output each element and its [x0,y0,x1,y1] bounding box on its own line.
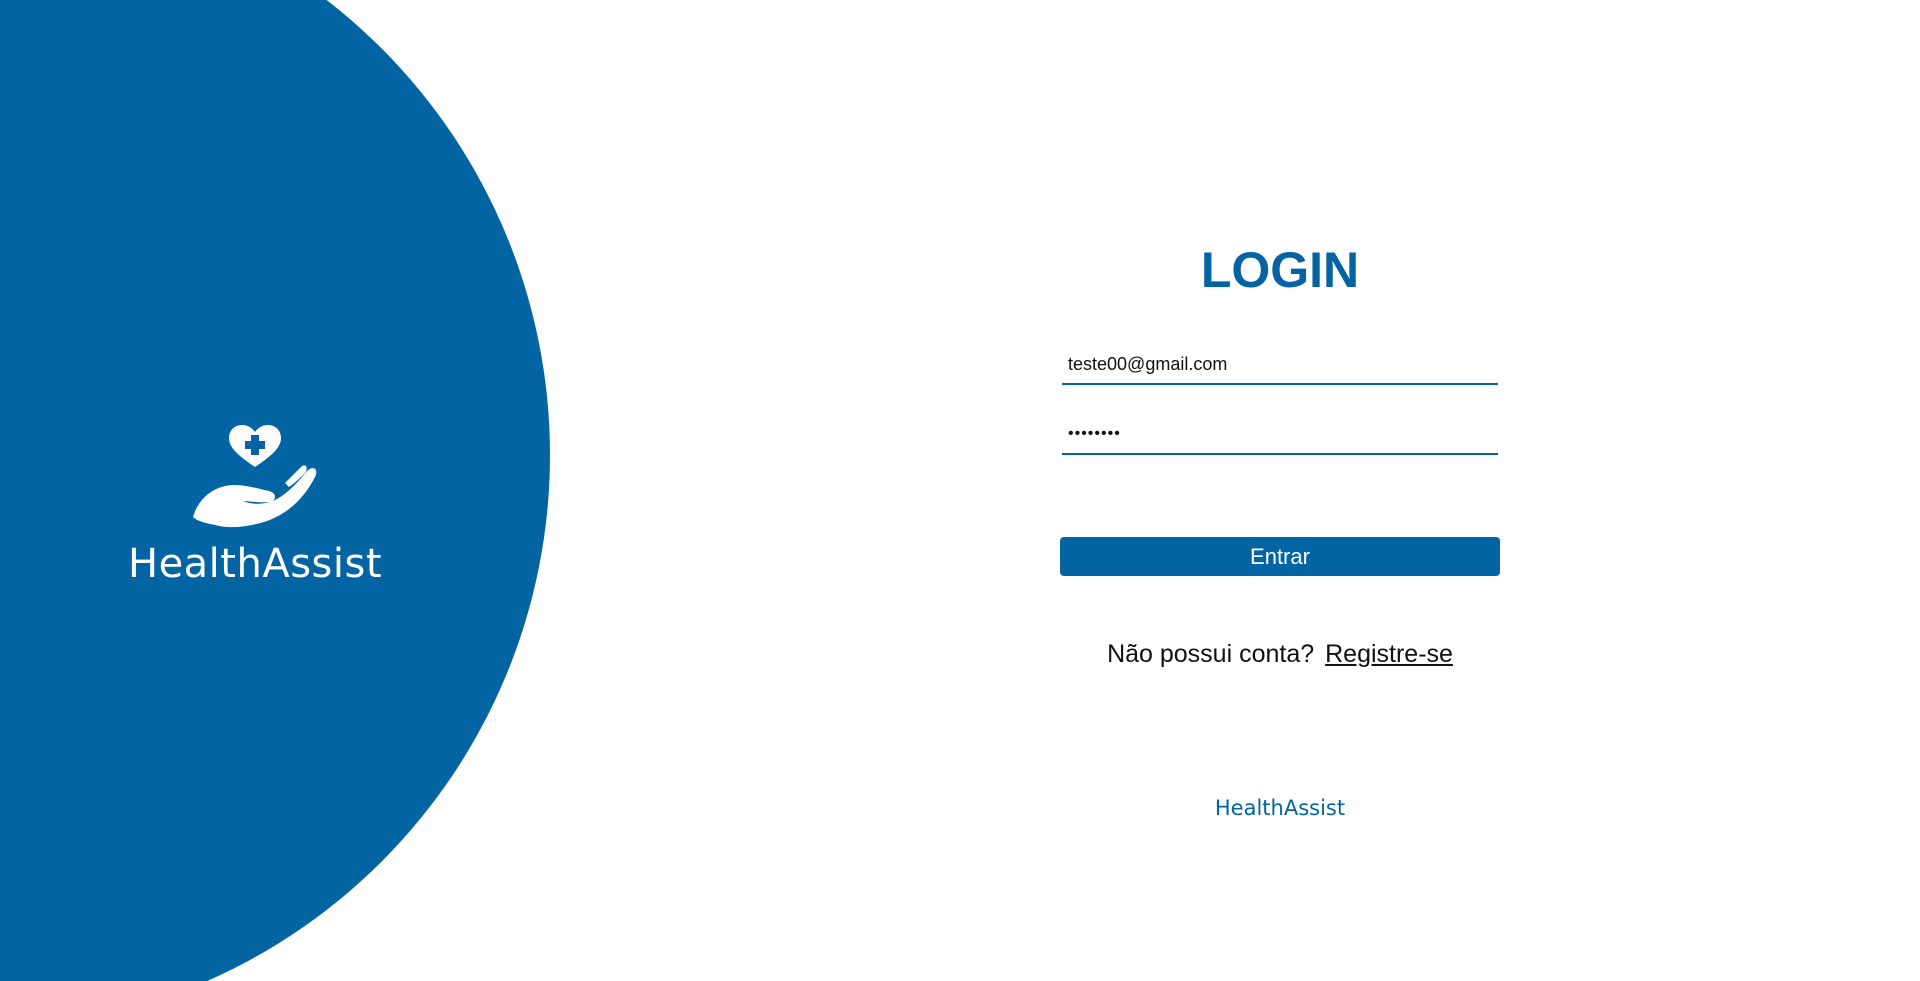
footer-brand: HealthAssist [1214,796,1346,820]
brand-logo: HealthAssist [100,425,410,587]
login-page: HealthAssist LOGIN Entrar Não possui con… [0,0,1920,981]
enter-button[interactable]: Entrar [1060,537,1500,576]
register-link[interactable]: Registre-se [1325,640,1453,668]
login-title: LOGIN [1200,242,1360,298]
password-field[interactable] [1062,415,1498,455]
register-prompt: Não possui conta? [1107,640,1315,668]
email-field[interactable] [1062,345,1498,385]
brand-name: HealthAssist [127,541,383,587]
login-form: LOGIN Entrar Não possui conta? Registre-… [1060,230,1500,669]
register-row: Não possui conta? Registre-se [1060,640,1500,669]
heart-hand-icon [193,425,317,528]
